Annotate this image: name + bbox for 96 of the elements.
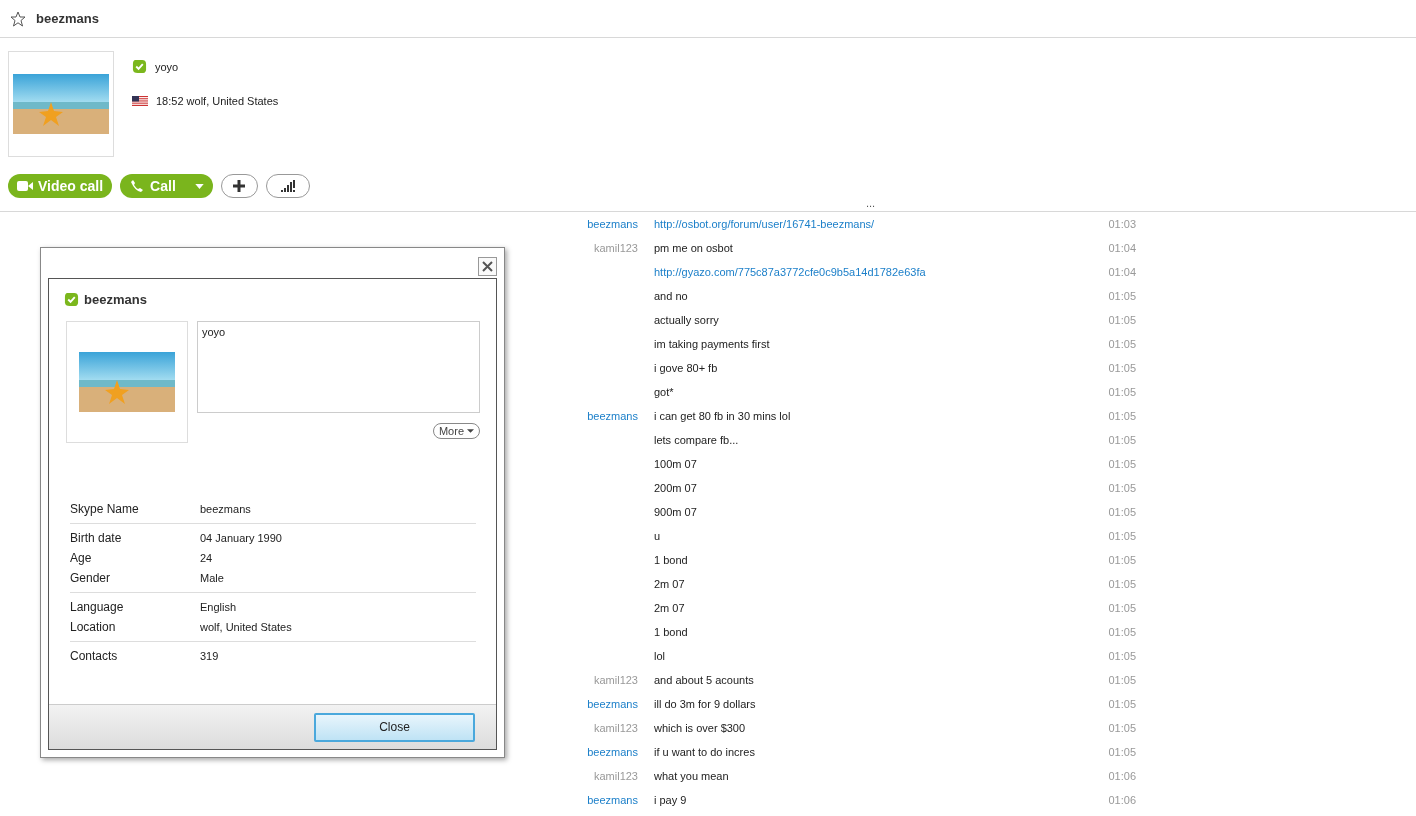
message-text: i gove 80+ fb — [654, 362, 719, 374]
local-time-location: 18:52 wolf, United States — [156, 95, 279, 107]
message-text: which is over $300 — [654, 722, 747, 734]
mood-box: yoyo — [197, 321, 480, 413]
info-label: Language — [70, 600, 125, 614]
resize-handle[interactable]: ... — [866, 198, 876, 209]
more-button[interactable]: More — [432, 423, 480, 439]
contact-name: beezmans — [36, 11, 99, 26]
video-call-button[interactable]: Video call — [8, 174, 113, 198]
message-time: 01:05 — [1107, 410, 1136, 422]
message-time: 01:05 — [1107, 506, 1136, 518]
sender-name: beezmans — [586, 410, 638, 422]
message-link[interactable]: http://osbot.org/forum/user/16741-beezmans/ — [654, 218, 1090, 230]
message-time: 01:05 — [1107, 482, 1136, 494]
message-time: 01:05 — [1107, 602, 1136, 614]
message-time: 01:03 — [1107, 218, 1136, 230]
message-time: 01:05 — [1107, 650, 1136, 662]
message-time: 01:05 — [1107, 578, 1136, 590]
info-label: Birth date — [70, 531, 123, 545]
message-text: 200m 07 — [654, 482, 698, 494]
sender-name: kamil123 — [592, 674, 638, 686]
message-text: 1 bond — [654, 554, 689, 566]
message-text: 2m 07 — [654, 602, 686, 614]
message-time: 01:06 — [1107, 794, 1136, 806]
sender-name: kamil123 — [592, 770, 638, 782]
info-value: 24 — [200, 552, 214, 564]
message-text: actually sorry — [654, 314, 720, 326]
online-status-icon — [132, 59, 147, 74]
info-label: Contacts — [70, 649, 119, 663]
message-time: 01:05 — [1107, 626, 1136, 638]
message-text: 100m 07 — [654, 458, 698, 470]
message-time: 01:05 — [1107, 386, 1136, 398]
flag-icon — [132, 96, 148, 106]
sender-name: beezmans — [586, 746, 638, 758]
message-text: 900m 07 — [654, 506, 698, 518]
info-value: 04 January 1990 — [200, 532, 283, 544]
close-button[interactable] — [478, 257, 497, 276]
info-value: wolf, United States — [200, 621, 293, 633]
info-label: Age — [70, 551, 93, 565]
plus-icon — [231, 179, 248, 193]
message-text: i can get 80 fb in 30 mins lol — [654, 410, 792, 422]
message-time: 01:05 — [1107, 530, 1136, 542]
message-time: 01:05 — [1107, 674, 1136, 686]
close-dialog-button[interactable]: Close — [314, 712, 475, 742]
message-text: pm me on osbot — [654, 242, 734, 254]
message-text: and no — [654, 290, 689, 302]
info-label: Location — [70, 620, 117, 634]
caret-icon — [467, 429, 474, 433]
message-time: 01:05 — [1107, 290, 1136, 302]
call-button[interactable]: Call — [120, 174, 213, 198]
message-time: 01:04 — [1107, 242, 1136, 254]
message-link[interactable]: http://gyazo.com/775c87a3772cfe0c9b5a14d1782e63fa — [654, 266, 1090, 278]
sender-name: beezmans — [586, 698, 638, 710]
message-text: got* — [654, 386, 675, 398]
signal-bars-icon — [279, 179, 296, 193]
online-status-icon — [64, 291, 79, 307]
message-time: 01:05 — [1107, 434, 1136, 446]
sender-name: beezmans — [586, 794, 638, 806]
message-time: 01:05 — [1107, 362, 1136, 374]
message-time: 01:06 — [1107, 770, 1136, 782]
message-time: 01:05 — [1107, 458, 1136, 470]
add-button[interactable] — [220, 174, 258, 198]
message-text: im taking payments first — [654, 338, 771, 350]
message-time: 01:05 — [1107, 338, 1136, 350]
close-icon — [481, 260, 494, 273]
message-text: u — [654, 530, 662, 542]
info-label: Gender — [70, 571, 112, 585]
message-text: 1 bond — [654, 626, 689, 638]
message-time: 01:05 — [1107, 314, 1136, 326]
phone-icon — [129, 179, 146, 193]
message-time: 01:05 — [1107, 554, 1136, 566]
sender-name: kamil123 — [592, 242, 638, 254]
message-time: 01:04 — [1107, 266, 1136, 278]
info-value: 319 — [200, 650, 220, 662]
sender-name: kamil123 — [592, 722, 638, 734]
call-quality-button[interactable] — [265, 174, 310, 198]
message-text: if u want to do incres — [654, 746, 756, 758]
info-value: beezmans — [200, 503, 252, 515]
message-time: 01:05 — [1107, 722, 1136, 734]
message-time: 01:05 — [1107, 698, 1136, 710]
info-label: Skype Name — [70, 502, 140, 516]
message-text: lol — [654, 650, 666, 662]
message-time: 01:05 — [1107, 746, 1136, 758]
message-text: what you mean — [654, 770, 730, 782]
info-value: English — [200, 601, 238, 613]
video-camera-icon — [17, 179, 33, 193]
message-text: 2m 07 — [654, 578, 686, 590]
message-text: and about 5 acounts — [654, 674, 755, 686]
info-value: Male — [200, 572, 225, 584]
star-icon[interactable] — [10, 10, 26, 27]
mood-message: yoyo — [155, 60, 179, 73]
sender-name: beezmans — [586, 218, 638, 230]
message-text: ill do 3m for 9 dollars — [654, 698, 757, 710]
message-text: i pay 9 — [654, 794, 688, 806]
dialog-contact-name: beezmans — [84, 291, 147, 307]
message-text: lets compare fb... — [654, 434, 740, 446]
